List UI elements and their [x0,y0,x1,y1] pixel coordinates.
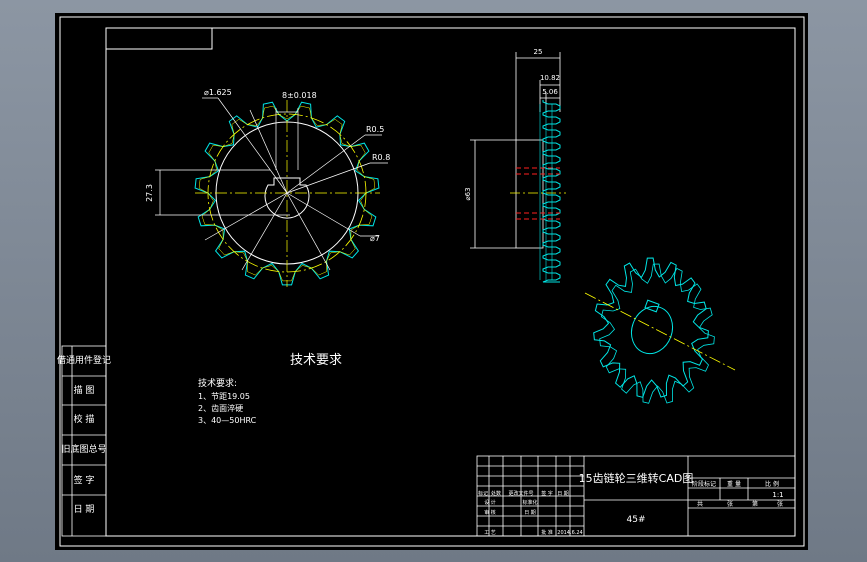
tech-heading: 技术要求 [290,353,342,368]
tb-col-change: 更改文件号 [508,490,533,497]
material-label: 45# [627,515,646,525]
side-label-0: 借通用件登记 [57,354,111,366]
sheet-total-label: 共 [697,500,703,508]
tb-col-count: 处数 [491,490,501,497]
tb-row-standard: 标准化 [522,499,537,506]
tb-col-mark: 标记 [478,490,488,497]
tech-subheading: 技术要求: [198,377,237,389]
side-label-5: 日 期 [74,504,95,515]
tech-item-2: 2、齿面淬硬 [198,403,243,413]
tb-row-craft: 工 艺 [484,530,496,536]
sheet-number-unit: 张 [777,500,783,508]
side-label-2: 校 描 [74,413,95,425]
side-label-1: 描 图 [74,384,95,396]
dim-radius-small: R0.5 [366,125,384,134]
tb-header-weight: 重 量 [727,480,741,488]
tb-col-date: 日 期 [557,491,569,497]
tb-date-value: 2014.6.24 [557,530,582,536]
tb-header-scale: 比 例 [765,480,779,488]
tb-row-date: 日 期 [524,510,536,516]
drawing-title: 15齿链轮三维转CAD图 [579,471,694,485]
dim-keyway-width: 8±0.018 [282,91,317,100]
tb-row-design: 设 计 [484,499,496,506]
tech-item-1: 1、节距19.05 [198,392,250,401]
dim-width-total: 25 [534,48,543,56]
dim-hub-height: 27.3 [145,184,154,202]
dim-hub-diameter: ⌀63 [464,187,472,200]
tb-col-sign: 签 字 [541,490,553,497]
dim-width-tooth: 5.06 [542,88,558,96]
sheet-number-label: 第 [752,500,758,508]
dim-bore: ⌀7 [370,234,380,243]
side-label-4: 签 字 [74,474,95,486]
side-label-3: 旧底图总号 [61,443,106,455]
tb-header-stage: 阶段标记 [692,480,716,488]
sheet-total-unit: 张 [727,500,733,508]
tb-row-review: 审 核 [484,509,496,516]
dim-radius-large: R0.8 [372,153,390,162]
scale-value: 1:1 [772,491,783,499]
dim-diameter-top: ⌀1.625 [204,88,232,97]
cad-drawing-canvas[interactable]: 借通用件登记 描 图 校 描 旧底图总号 签 字 日 期 ⌀1.625 8±0.… [0,0,867,562]
tech-item-3: 3、40—50HRC [198,416,257,425]
drawing-sheet [55,13,808,550]
dim-width-mid: 10.82 [540,74,560,82]
tb-row-approve: 批 准 [541,529,553,536]
